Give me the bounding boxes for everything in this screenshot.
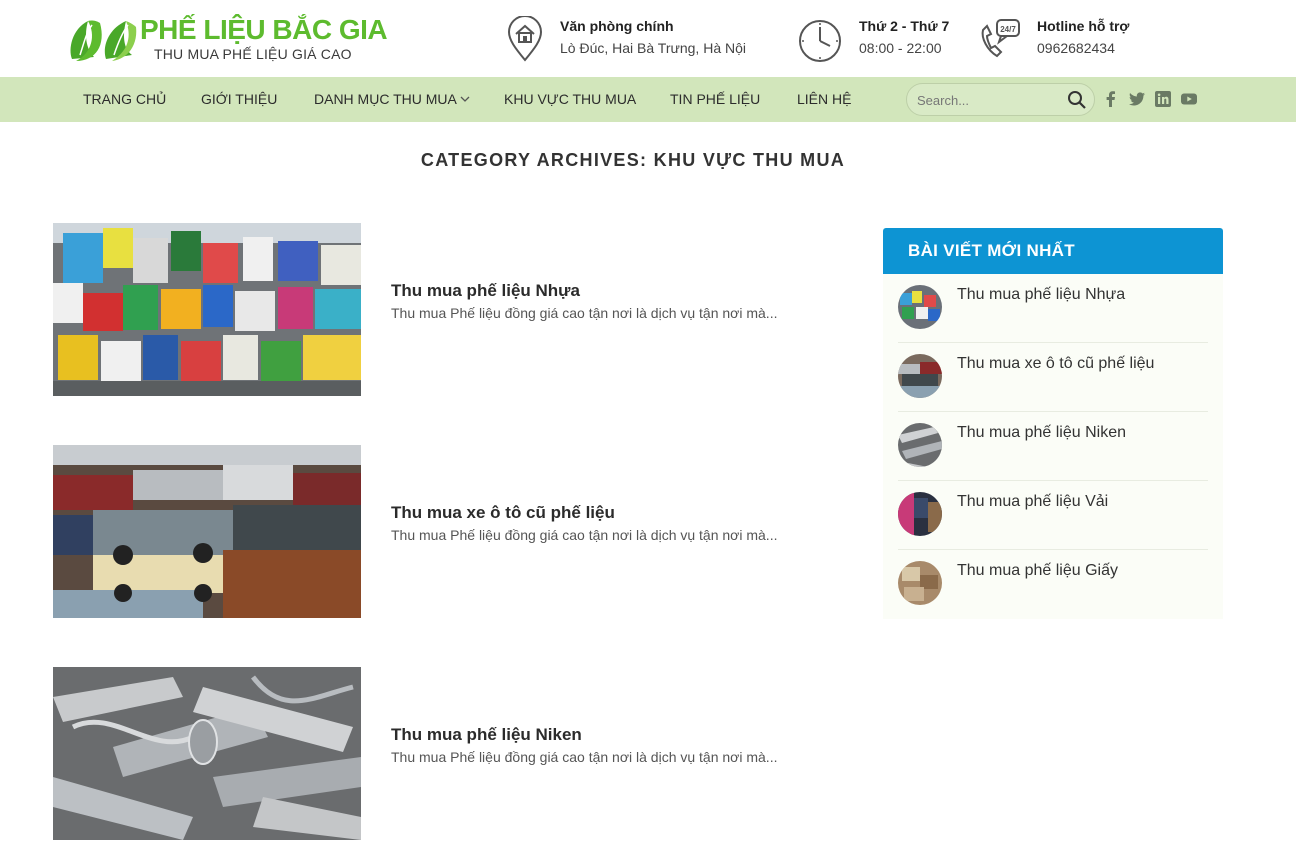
post-item[interactable]: Thu mua phế liệu Niken Thu mua Phế liệu … <box>53 667 853 840</box>
widget-header: BÀI VIẾT MỚI NHẤT <box>883 228 1223 274</box>
sidebar-post-thumbnail[interactable] <box>898 285 942 329</box>
nav-item-areas[interactable]: KHU VỰC THU MUA <box>504 77 636 122</box>
latest-posts-widget: BÀI VIẾT MỚI NHẤT Thu mua phế liệu Nhựa … <box>883 228 1223 619</box>
sidebar-post-thumbnail[interactable] <box>898 561 942 605</box>
sidebar-post-item[interactable]: Thu mua phế liệu Vải <box>898 481 1208 550</box>
post-excerpt: Thu mua Phế liệu đồng giá cao tận nơi là… <box>391 305 778 321</box>
hotline-title: Hotline hỗ trợ <box>1037 18 1130 34</box>
office-title: Văn phòng chính <box>560 18 674 34</box>
post-thumbnail-plastic-scrap[interactable] <box>53 223 361 396</box>
nav-item-label: TIN PHẾ LIỆU <box>670 91 761 107</box>
nav-item-home[interactable]: TRANG CHỦ <box>83 77 166 122</box>
svg-text:24/7: 24/7 <box>1000 25 1016 34</box>
phone-24-7-icon: 24/7 <box>981 19 1020 58</box>
logo-tagline: THU MUA PHẾ LIỆU GIÁ CAO <box>154 46 352 62</box>
nav-item-label: LIÊN HỆ <box>797 91 852 107</box>
sidebar-post-title[interactable]: Thu mua phế liệu Nhựa <box>957 286 1125 304</box>
post-title[interactable]: Thu mua phế liệu Nhựa <box>391 281 580 301</box>
nav-item-label: TRANG CHỦ <box>83 91 167 107</box>
post-item[interactable]: Thu mua phế liệu Nhựa Thu mua Phế liệu đ… <box>53 223 853 396</box>
facebook-icon[interactable] <box>1102 90 1120 108</box>
site-header: PHẾ LIỆU BẮC GIA THU MUA PHẾ LIỆU GIÁ CA… <box>0 0 1296 77</box>
sidebar-post-title[interactable]: Thu mua xe ô tô cũ phế liệu <box>957 355 1154 373</box>
logo-name: PHẾ LIỆU BẮC GIA <box>140 14 388 45</box>
post-excerpt: Thu mua Phế liệu đồng giá cao tận nơi là… <box>391 527 778 543</box>
nav-item-label: DANH MỤC THU MUA <box>314 91 457 107</box>
widget-title: BÀI VIẾT MỚI NHẤT <box>908 241 1075 260</box>
search-box <box>906 83 1095 116</box>
hours-value: 08:00 - 22:00 <box>859 40 942 56</box>
clock-icon <box>799 20 841 62</box>
nav-item-label: KHU VỰC THU MUA <box>504 91 637 107</box>
post-title[interactable]: Thu mua phế liệu Niken <box>391 725 582 745</box>
sidebar-post-item[interactable]: Thu mua phế liệu Giấy <box>898 550 1208 619</box>
post-thumbnail-scrap-cars[interactable] <box>53 445 361 618</box>
twitter-icon[interactable] <box>1128 90 1146 108</box>
sidebar-post-thumbnail[interactable] <box>898 423 942 467</box>
sidebar-post-title[interactable]: Thu mua phế liệu Vải <box>957 493 1108 511</box>
site-logo[interactable]: PHẾ LIỆU BẮC GIA THU MUA PHẾ LIỆU GIÁ CA… <box>66 13 388 65</box>
sidebar-post-thumbnail[interactable] <box>898 492 942 536</box>
sidebar-post-item[interactable]: Thu mua xe ô tô cũ phế liệu <box>898 343 1208 412</box>
post-title[interactable]: Thu mua xe ô tô cũ phế liệu <box>391 503 615 523</box>
logo-mark-icon <box>70 20 137 61</box>
hours-info: Thứ 2 - Thứ 7 08:00 - 22:00 <box>797 14 967 64</box>
post-excerpt: Thu mua Phế liệu đồng giá cao tận nơi là… <box>391 749 778 765</box>
hotline-info[interactable]: 24/7 Hotline hỗ trợ 0962682434 <box>977 14 1147 64</box>
post-item[interactable]: Thu mua xe ô tô cũ phế liệu Thu mua Phế … <box>53 445 853 618</box>
nav-item-label: GIỚI THIỆU <box>201 91 278 107</box>
office-address: Lò Đúc, Hai Bà Trưng, Hà Nội <box>560 40 747 56</box>
search-icon[interactable] <box>1067 90 1087 110</box>
nav-item-categories[interactable]: DANH MỤC THU MUA <box>314 77 470 122</box>
search-input[interactable] <box>917 90 1067 110</box>
sidebar-post-thumbnail[interactable] <box>898 354 942 398</box>
sidebar-post-title[interactable]: Thu mua phế liệu Niken <box>957 424 1126 442</box>
office-info: Văn phòng chính Lò Đúc, Hai Bà Trưng, Hà… <box>505 14 765 64</box>
sidebar-post-title[interactable]: Thu mua phế liệu Giấy <box>957 562 1118 580</box>
hotline-number[interactable]: 0962682434 <box>1037 40 1115 56</box>
nav-item-about[interactable]: GIỚI THIỆU <box>201 77 277 122</box>
home-location-icon <box>507 16 543 62</box>
chevron-down-icon <box>460 96 470 102</box>
nav-item-news[interactable]: TIN PHẾ LIỆU <box>670 77 760 122</box>
youtube-icon[interactable] <box>1180 90 1198 108</box>
hours-title: Thứ 2 - Thứ 7 <box>859 18 950 34</box>
sidebar-post-item[interactable]: Thu mua phế liệu Nhựa <box>898 274 1208 343</box>
nav-item-contact[interactable]: LIÊN HỆ <box>797 77 851 122</box>
post-thumbnail-nickel-scrap[interactable] <box>53 667 361 840</box>
page-title: CATEGORY ARCHIVES: KHU VỰC THU MUA <box>420 150 846 170</box>
sidebar-post-item[interactable]: Thu mua phế liệu Niken <box>898 412 1208 481</box>
linkedin-icon[interactable] <box>1154 90 1172 108</box>
